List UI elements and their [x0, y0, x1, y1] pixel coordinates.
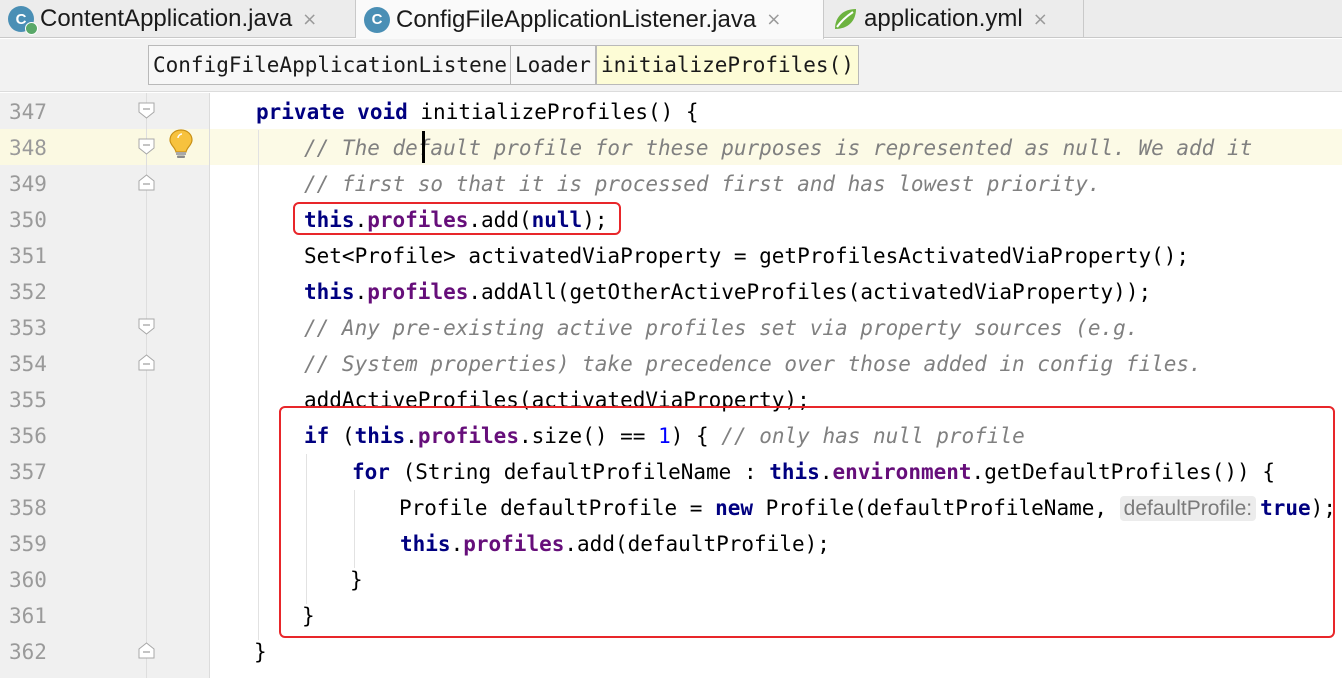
fold-marker-icon[interactable]	[138, 174, 155, 191]
code-line-351[interactable]: Set<Profile> activatedViaProperty = getP…	[304, 244, 1189, 268]
close-icon[interactable]: ×	[302, 9, 317, 30]
breadcrumb-method[interactable]: initializeProfiles()	[596, 45, 859, 85]
editor-tab-bar: C ContentApplication.java × C ConfigFile…	[0, 0, 1342, 39]
code-line-349[interactable]: // first so that it is processed first a…	[304, 172, 1101, 196]
comment: // The default profile for these purpose…	[304, 136, 1253, 160]
code-line-348[interactable]: // The default profile for these purpose…	[304, 136, 1252, 160]
line-number: 349	[9, 172, 47, 196]
tab-label: ConfigFileApplicationListener.java	[396, 5, 757, 33]
code-text: initializeProfiles() {	[420, 100, 699, 124]
tab-label: application.yml	[864, 5, 1023, 32]
close-icon[interactable]: ×	[1033, 9, 1048, 30]
line-number: 361	[9, 604, 47, 628]
fold-marker-icon[interactable]	[138, 138, 155, 155]
line-number: 362	[9, 640, 47, 664]
intention-bulb-icon[interactable]	[168, 128, 194, 160]
line-number: 351	[9, 244, 47, 268]
line-number: 356	[9, 424, 47, 448]
annotation-box-default-profiles	[279, 406, 1335, 638]
code-text: }	[254, 640, 267, 664]
line-number: 360	[9, 568, 47, 592]
text-caret	[422, 131, 425, 163]
keyword: private	[256, 100, 345, 124]
code-line-347[interactable]: private void initializeProfiles() {	[256, 100, 699, 124]
code-line-354[interactable]: // System properties) take precedence ov…	[304, 352, 1202, 376]
close-icon[interactable]: ×	[766, 9, 781, 30]
java-class-icon: C	[364, 6, 390, 33]
code-line-362[interactable]: }	[254, 640, 267, 664]
tab-config-file-application-listener[interactable]: C ConfigFileApplicationListener.java ×	[356, 0, 824, 39]
code-line-352[interactable]: this.profiles.addAll(getOtherActiveProfi…	[304, 280, 1151, 304]
gutter-divider	[209, 93, 210, 678]
line-number: 355	[9, 388, 47, 412]
line-number: 348	[9, 136, 47, 160]
line-number: 350	[9, 208, 47, 232]
breadcrumb-inner-class[interactable]: Loader	[510, 45, 596, 85]
breadcrumb: ConfigFileApplicationListener Loader ini…	[0, 39, 1342, 92]
spring-boot-class-icon: C	[8, 6, 38, 35]
line-number: 352	[9, 280, 47, 304]
line-number: 347	[9, 100, 47, 124]
tab-label: ContentApplication.java	[40, 5, 293, 32]
keyword: this	[304, 280, 355, 304]
comment: // first so that it is processed first a…	[304, 172, 1101, 196]
tab-application-yml[interactable]: application.yml ×	[824, 0, 1084, 38]
breadcrumb-class[interactable]: ConfigFileApplicationListener	[148, 45, 525, 85]
fold-marker-icon[interactable]	[138, 642, 155, 659]
indent-guide	[258, 130, 259, 640]
spring-leaf-icon	[835, 9, 856, 29]
line-number: 358	[9, 496, 47, 520]
code-text: .addAll(getOtherActiveProfiles(activated…	[468, 280, 1152, 304]
fold-marker-icon[interactable]	[138, 102, 155, 119]
comment: // Any pre-existing active profiles set …	[304, 316, 1139, 340]
tab-content-application[interactable]: C ContentApplication.java ×	[0, 0, 356, 38]
code-text: Set<Profile> activatedViaProperty = getP…	[304, 244, 1190, 268]
comment: // System properties) take precedence ov…	[304, 352, 1202, 376]
field: profiles	[367, 280, 469, 304]
code-line-353[interactable]: // Any pre-existing active profiles set …	[304, 316, 1138, 340]
keyword: void	[357, 100, 408, 124]
annotation-box-add-null	[293, 202, 621, 235]
fold-marker-icon[interactable]	[138, 354, 155, 371]
line-number: 354	[9, 352, 47, 376]
line-number: 357	[9, 460, 47, 484]
code-text: .	[354, 280, 368, 304]
fold-marker-icon[interactable]	[138, 318, 155, 335]
line-number: 353	[9, 316, 47, 340]
line-number: 359	[9, 532, 47, 556]
